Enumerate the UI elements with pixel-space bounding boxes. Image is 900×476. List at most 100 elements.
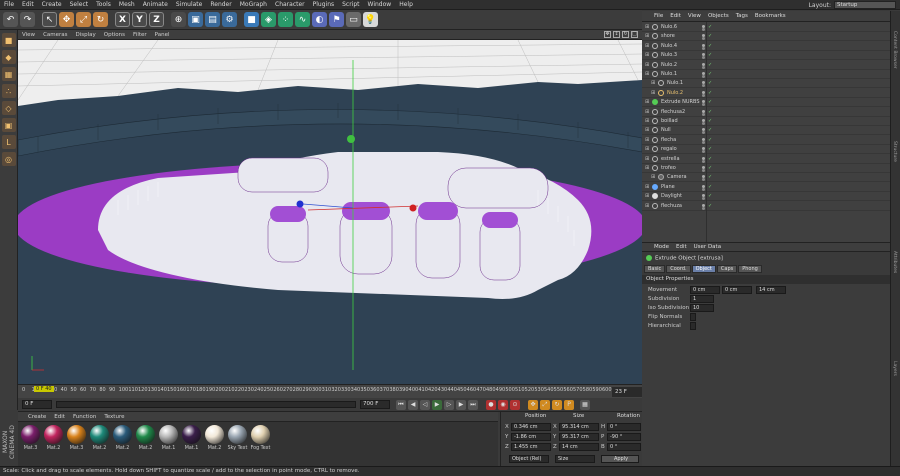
enabled-check-icon[interactable]: ✓: [708, 43, 712, 49]
object-name[interactable]: flechuza: [661, 203, 682, 209]
scale-icon[interactable]: ⤢: [76, 12, 91, 27]
material-menu-edit[interactable]: Edit: [54, 414, 65, 420]
enabled-check-icon[interactable]: ✓: [708, 156, 712, 162]
texture-mode-icon[interactable]: ▦: [1, 67, 16, 81]
object-row[interactable]: ⊞ Nulo.2 ✓: [642, 61, 890, 70]
hierarchical-checkbox[interactable]: [690, 322, 696, 330]
flip-normals-checkbox[interactable]: [690, 313, 696, 321]
expand-icon[interactable]: ⊞: [645, 146, 650, 152]
coord-mode-dropdown[interactable]: Object (Rel): [509, 455, 549, 463]
render-picture-viewer-icon[interactable]: ▤: [205, 12, 220, 27]
z-axis-icon[interactable]: Z: [149, 12, 164, 27]
menu-simulate[interactable]: Simulate: [176, 1, 203, 8]
expand-icon[interactable]: ⊞: [645, 33, 650, 39]
size-z-field[interactable]: 14 cm: [559, 443, 599, 451]
timeline-ruler[interactable]: 23 F 01020304050607080901001101201301401…: [18, 384, 642, 398]
pos-z-field[interactable]: 1.455 cm: [511, 443, 551, 451]
material-swatch[interactable]: Mat.3: [66, 425, 87, 466]
object-name[interactable]: trofeo: [661, 165, 676, 171]
object-name[interactable]: Nulo.1: [661, 71, 677, 77]
enabled-check-icon[interactable]: ✓: [708, 118, 712, 124]
layout-dropdown[interactable]: Startup: [834, 1, 896, 9]
rot-p-field[interactable]: -90 °: [607, 433, 641, 441]
expand-icon[interactable]: ⊞: [645, 203, 650, 209]
object-row[interactable]: ⊞ Daylight ✓: [642, 192, 890, 202]
attribute-menu-user-data[interactable]: User Data: [694, 244, 721, 250]
menu-mesh[interactable]: Mesh: [119, 1, 135, 8]
world-coordinates-icon[interactable]: ⊕: [171, 12, 186, 27]
y-axis-icon[interactable]: Y: [132, 12, 147, 27]
viewport-menu-view[interactable]: View: [22, 32, 35, 38]
orbit-icon[interactable]: ↻: [622, 31, 629, 38]
menu-window[interactable]: Window: [368, 1, 392, 8]
enabled-check-icon[interactable]: ✓: [708, 109, 712, 115]
tab-object[interactable]: Object: [691, 265, 716, 273]
key-param-icon[interactable]: P: [564, 399, 574, 410]
size-y-field[interactable]: 95.317 cm: [559, 433, 599, 441]
object-menu-bookmarks[interactable]: Bookmarks: [755, 13, 786, 19]
material-menu-function[interactable]: Function: [73, 414, 96, 420]
enabled-check-icon[interactable]: ✓: [708, 174, 712, 180]
pos-y-field[interactable]: -1.86 cm: [511, 433, 551, 441]
rot-h-field[interactable]: 0 °: [607, 423, 641, 431]
object-name[interactable]: Extrude NURBS: [661, 99, 700, 105]
expand-icon[interactable]: ⊞: [645, 184, 650, 190]
object-row[interactable]: ⊞ flechusa2 ✓: [642, 108, 890, 117]
go-to-end-icon[interactable]: ⏭: [468, 399, 478, 410]
render-visibility-icon[interactable]: [702, 122, 705, 125]
record-icon[interactable]: ●: [486, 399, 496, 410]
expand-icon[interactable]: ⊞: [645, 165, 650, 171]
object-name[interactable]: Nulo.2: [667, 90, 683, 96]
menu-help[interactable]: Help: [399, 1, 413, 8]
object-name[interactable]: Camera: [667, 174, 687, 180]
render-visibility-icon[interactable]: [702, 197, 705, 201]
object-row[interactable]: ⊞ shore ✓: [642, 32, 890, 42]
render-visibility-icon[interactable]: [702, 150, 705, 154]
size-x-field[interactable]: 95.314 cm: [559, 423, 599, 431]
object-row[interactable]: ⊞ Nulo.3 ✓: [642, 51, 890, 61]
render-visibility-icon[interactable]: [702, 103, 705, 107]
menu-tools[interactable]: Tools: [96, 1, 111, 8]
enabled-check-icon[interactable]: ✓: [708, 62, 712, 68]
object-name[interactable]: Nulo.6: [661, 24, 677, 30]
render-visibility-icon[interactable]: [702, 140, 705, 144]
object-name[interactable]: Nulo.3: [661, 52, 677, 58]
redo-icon[interactable]: ↷: [20, 12, 35, 27]
render-visibility-icon[interactable]: [702, 46, 705, 50]
material-swatch[interactable]: Sky Text: [227, 425, 248, 466]
enabled-check-icon[interactable]: ✓: [708, 71, 712, 77]
end-frame-field[interactable]: 700 F: [360, 400, 390, 409]
expand-icon[interactable]: ⊞: [651, 80, 656, 86]
tab-basic[interactable]: Basic: [644, 265, 666, 273]
object-name[interactable]: Plane: [661, 184, 675, 190]
expand-icon[interactable]: ⊞: [645, 52, 650, 58]
enabled-check-icon[interactable]: ✓: [708, 146, 712, 152]
attribute-menu-mode[interactable]: Mode: [654, 244, 669, 250]
object-row[interactable]: ⊞ Extrude NURBS ✓: [642, 98, 890, 108]
points-mode-icon[interactable]: ∴: [1, 84, 16, 98]
side-tab-attributes[interactable]: Attributes: [892, 251, 897, 273]
key-position-icon[interactable]: ✥: [528, 399, 538, 410]
menu-create[interactable]: Create: [42, 1, 62, 8]
prev-key-icon[interactable]: ◀: [408, 399, 418, 410]
undo-icon[interactable]: ↶: [3, 12, 18, 27]
keyframe-selection-icon[interactable]: ⊙: [510, 399, 520, 410]
expand-icon[interactable]: ⊞: [645, 118, 650, 124]
expand-icon[interactable]: ⊞: [645, 127, 650, 133]
render-visibility-icon[interactable]: [702, 93, 705, 97]
frame-range-slider[interactable]: [56, 401, 356, 408]
rot-b-field[interactable]: 0 °: [607, 443, 641, 451]
render-visibility-icon[interactable]: [702, 159, 705, 163]
subdivision-field[interactable]: 1: [690, 295, 714, 303]
expand-icon[interactable]: ⊞: [645, 24, 650, 30]
expand-icon[interactable]: ⊞: [645, 137, 650, 143]
play-icon[interactable]: ▶: [432, 399, 442, 410]
side-tab-layers[interactable]: Layers: [892, 361, 897, 376]
viewport-perspective[interactable]: [18, 40, 642, 384]
key-scale-icon[interactable]: ⤢: [540, 399, 550, 410]
menu-mograph[interactable]: MoGraph: [240, 1, 267, 8]
render-visibility-icon[interactable]: [702, 84, 705, 88]
object-name[interactable]: regalo: [661, 146, 677, 152]
viewport-menu-filter[interactable]: Filter: [133, 32, 147, 38]
material-swatch[interactable]: Mat.3: [20, 425, 41, 466]
